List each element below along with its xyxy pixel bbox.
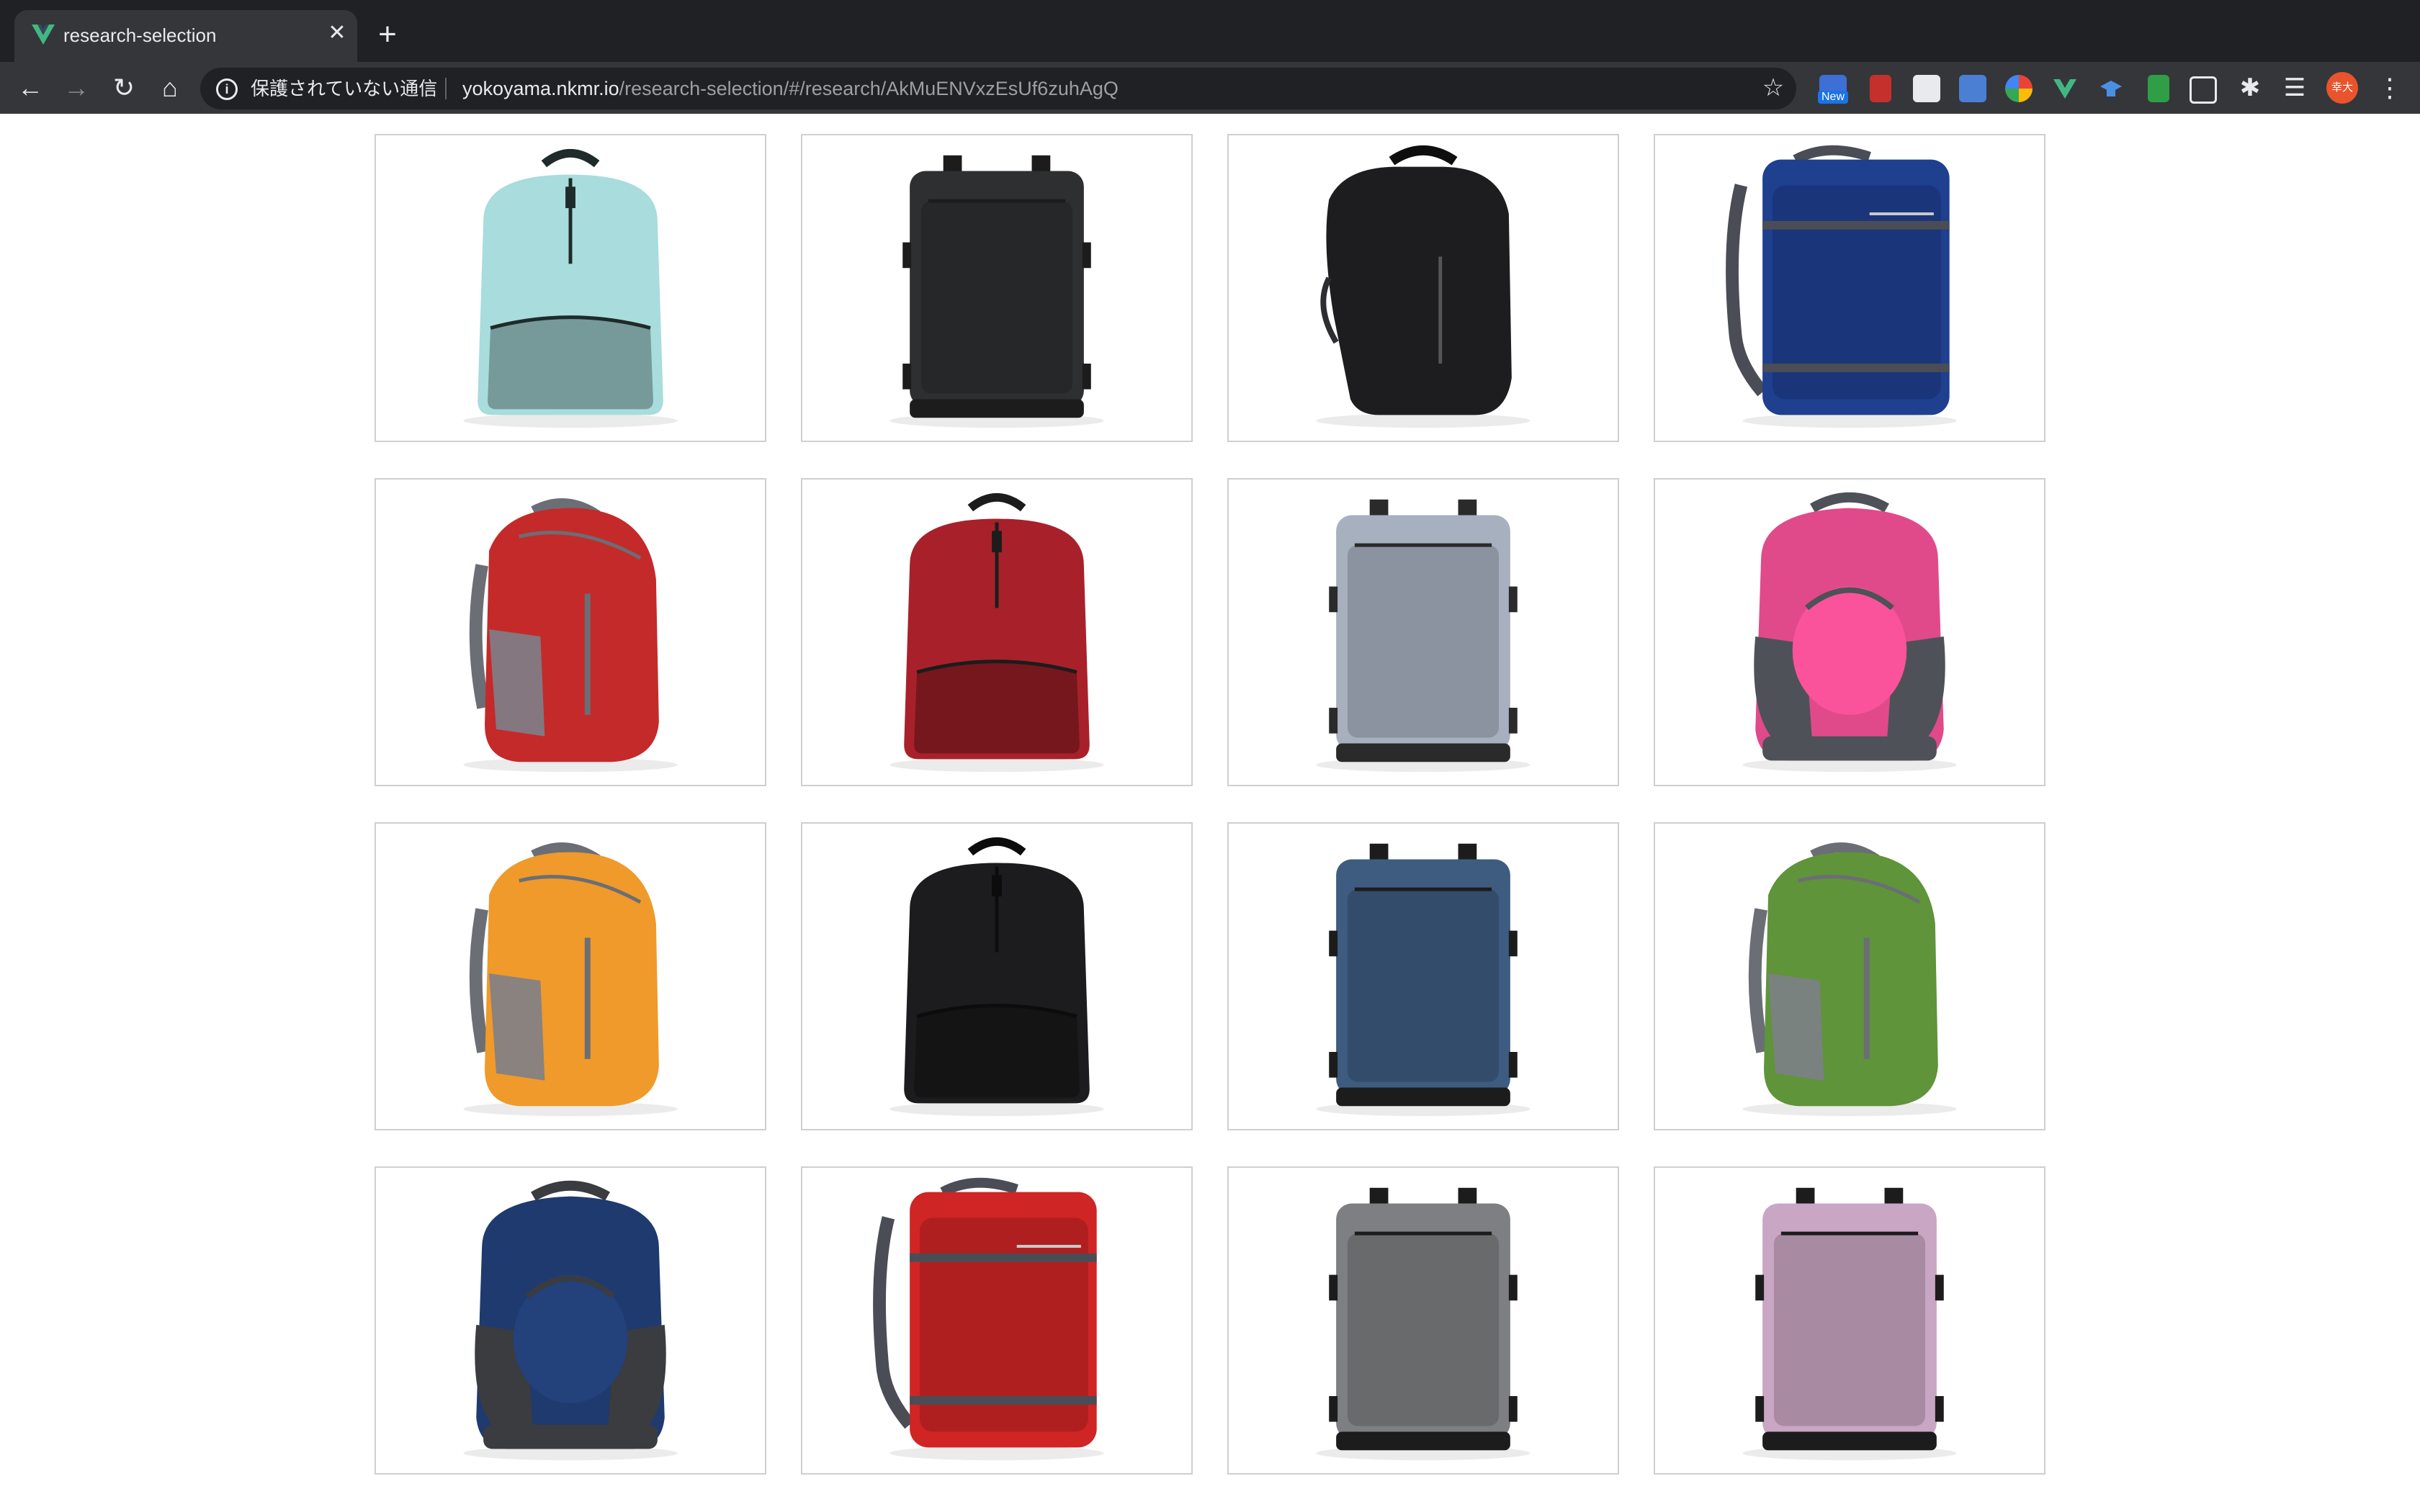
backpack-image	[1316, 145, 1531, 428]
extension-window-icon[interactable]	[2190, 76, 2217, 104]
backpack-image	[1742, 842, 1957, 1117]
product-card[interactable]	[1654, 478, 2045, 786]
backpack-image	[1742, 1187, 1957, 1461]
backpack-image	[1726, 145, 1957, 428]
product-card[interactable]	[1654, 134, 2045, 442]
url-text[interactable]: yokoyama.nkmr.io/research-selection/#/re…	[462, 78, 1119, 99]
product-card[interactable]	[375, 134, 766, 442]
url-path: /research-selection/#/research/AkMuENVxz…	[619, 78, 1119, 99]
extensions-puzzle-icon[interactable]: ✱	[2236, 73, 2264, 102]
product-card[interactable]	[801, 1166, 1193, 1475]
vue-logo-icon	[32, 24, 55, 45]
chrome-menu-icon[interactable]: ⋮	[2377, 72, 2403, 104]
product-card[interactable]	[801, 822, 1193, 1130]
extension-graduation-icon[interactable]	[2097, 75, 2125, 102]
product-card[interactable]	[801, 478, 1193, 786]
reload-button[interactable]: ↻	[109, 73, 138, 102]
address-bar[interactable]: i 保護されていない通信 yokoyama.nkmr.io/research-s…	[200, 68, 1796, 109]
backpack-image	[1316, 499, 1531, 773]
extension-translate-icon[interactable]	[1959, 75, 1986, 102]
extension-book-icon[interactable]	[1870, 75, 1891, 102]
product-card[interactable]	[375, 478, 766, 786]
extension-vue-devtools-icon[interactable]	[2051, 75, 2079, 102]
product-card[interactable]	[1654, 1166, 2045, 1475]
product-card[interactable]	[1227, 134, 1619, 442]
backpack-image	[1316, 843, 1531, 1117]
extension-color-picker-icon[interactable]	[2005, 75, 2033, 102]
bookmark-star-icon[interactable]: ☆	[1760, 75, 1786, 101]
backpack-image	[873, 1177, 1104, 1461]
profile-avatar[interactable]: 幸大	[2326, 72, 2358, 104]
product-card[interactable]	[1227, 1166, 1619, 1475]
backpack-image	[1742, 492, 1957, 773]
product-card[interactable]	[1227, 478, 1619, 786]
forward-button[interactable]: →	[62, 73, 91, 102]
new-tab-button[interactable]: +	[370, 19, 405, 53]
backpack-image	[463, 1180, 678, 1461]
close-tab-icon[interactable]: ✕	[324, 20, 350, 46]
back-button[interactable]: ←	[16, 73, 45, 102]
extension-news-icon[interactable]	[1913, 75, 1940, 102]
product-grid	[375, 134, 2047, 1512]
browser-tab[interactable]: research-selection ✕	[14, 10, 357, 62]
backpack-image	[463, 498, 678, 773]
new-badge: New	[1818, 91, 1849, 104]
tab-strip: research-selection ✕ +	[0, 0, 2420, 62]
product-card[interactable]	[1227, 822, 1619, 1130]
product-card[interactable]	[1654, 822, 2045, 1130]
url-host: yokoyama.nkmr.io	[462, 78, 619, 99]
backpack-image	[463, 148, 678, 428]
backpack-image	[1316, 1187, 1531, 1461]
product-card[interactable]	[375, 1166, 766, 1475]
extension-new-icon[interactable]: New	[1818, 75, 1849, 104]
home-button[interactable]: ⌂	[156, 73, 184, 102]
product-card[interactable]	[801, 134, 1193, 442]
security-label[interactable]: 保護されていない通信	[251, 78, 437, 99]
omnibox-divider	[445, 78, 447, 99]
media-queue-icon[interactable]: ☰	[2280, 73, 2309, 102]
product-card[interactable]	[375, 822, 766, 1130]
backpack-image	[889, 492, 1104, 773]
tab-title: research-selection	[63, 24, 217, 46]
backpack-image	[889, 837, 1104, 1117]
backpack-image	[889, 155, 1104, 428]
extension-sheets-icon[interactable]	[2148, 75, 2169, 102]
backpack-image	[463, 842, 678, 1117]
info-icon[interactable]: i	[216, 78, 238, 100]
browser-toolbar: ← → ↻ ⌂ i 保護されていない通信 yokoyama.nkmr.io/re…	[0, 62, 2420, 114]
